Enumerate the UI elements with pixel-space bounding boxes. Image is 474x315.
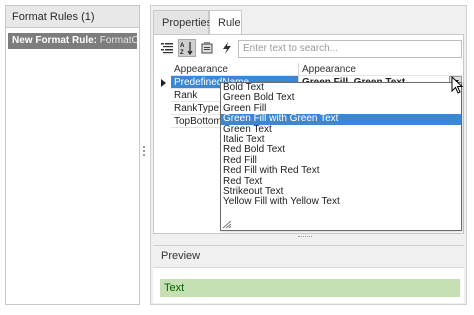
categorized-button[interactable] bbox=[158, 39, 176, 57]
property-grid-toolbar: A Z Enter text to search... bbox=[158, 39, 462, 59]
alphabetical-sort-icon: A Z bbox=[180, 42, 193, 55]
format-rule-target: FormatCor bbox=[99, 35, 137, 46]
property-pages-icon bbox=[201, 42, 213, 54]
dropdown-item[interactable]: Red Fill with Red Text bbox=[221, 165, 461, 176]
preview-area: Text bbox=[153, 267, 464, 303]
format-rule-name: New Format Rule: bbox=[12, 35, 98, 46]
grid-category-row: Appearance Appearance bbox=[158, 63, 462, 76]
tab-rule[interactable]: Rule bbox=[209, 10, 242, 34]
horizontal-splitter[interactable] bbox=[298, 236, 312, 238]
alphabetical-button[interactable]: A Z bbox=[178, 39, 196, 57]
tab-properties[interactable]: Properties bbox=[153, 10, 212, 34]
resize-grip-icon[interactable] bbox=[222, 221, 232, 229]
events-button[interactable] bbox=[218, 39, 236, 57]
format-rules-list-panel: Format Rules (1) New Format Rule: Format… bbox=[5, 5, 140, 305]
predefined-format-dropdown: Bold Text Green Bold Text Green Fill Gre… bbox=[220, 82, 462, 231]
categorized-icon bbox=[161, 43, 173, 54]
dropdown-item[interactable]: Yellow Fill with Yellow Text bbox=[221, 196, 461, 207]
vertical-splitter[interactable] bbox=[143, 146, 146, 158]
category-name-cell: Appearance bbox=[171, 63, 299, 76]
property-search-input[interactable]: Enter text to search... bbox=[238, 40, 462, 58]
format-rules-header: Format Rules (1) bbox=[6, 6, 139, 28]
events-lightning-icon bbox=[223, 42, 231, 54]
row-indicator-icon bbox=[161, 79, 166, 87]
category-value-cell: Appearance bbox=[299, 63, 462, 76]
mouse-cursor-icon bbox=[451, 76, 464, 94]
preview-sample-text: Text bbox=[160, 279, 460, 297]
preview-label: Preview bbox=[153, 245, 464, 265]
property-pages-button[interactable] bbox=[198, 39, 216, 57]
dropdown-item[interactable]: Red Bold Text bbox=[221, 144, 461, 155]
svg-text:A: A bbox=[180, 43, 185, 49]
format-rules-manager-window: Format Rules (1) New Format Rule: Format… bbox=[0, 0, 474, 315]
svg-text:Z: Z bbox=[180, 50, 184, 55]
format-rule-item[interactable]: New Format Rule: FormatCor bbox=[8, 33, 137, 49]
dropdown-item-highlighted[interactable]: Green Fill with Green Text bbox=[221, 113, 461, 125]
